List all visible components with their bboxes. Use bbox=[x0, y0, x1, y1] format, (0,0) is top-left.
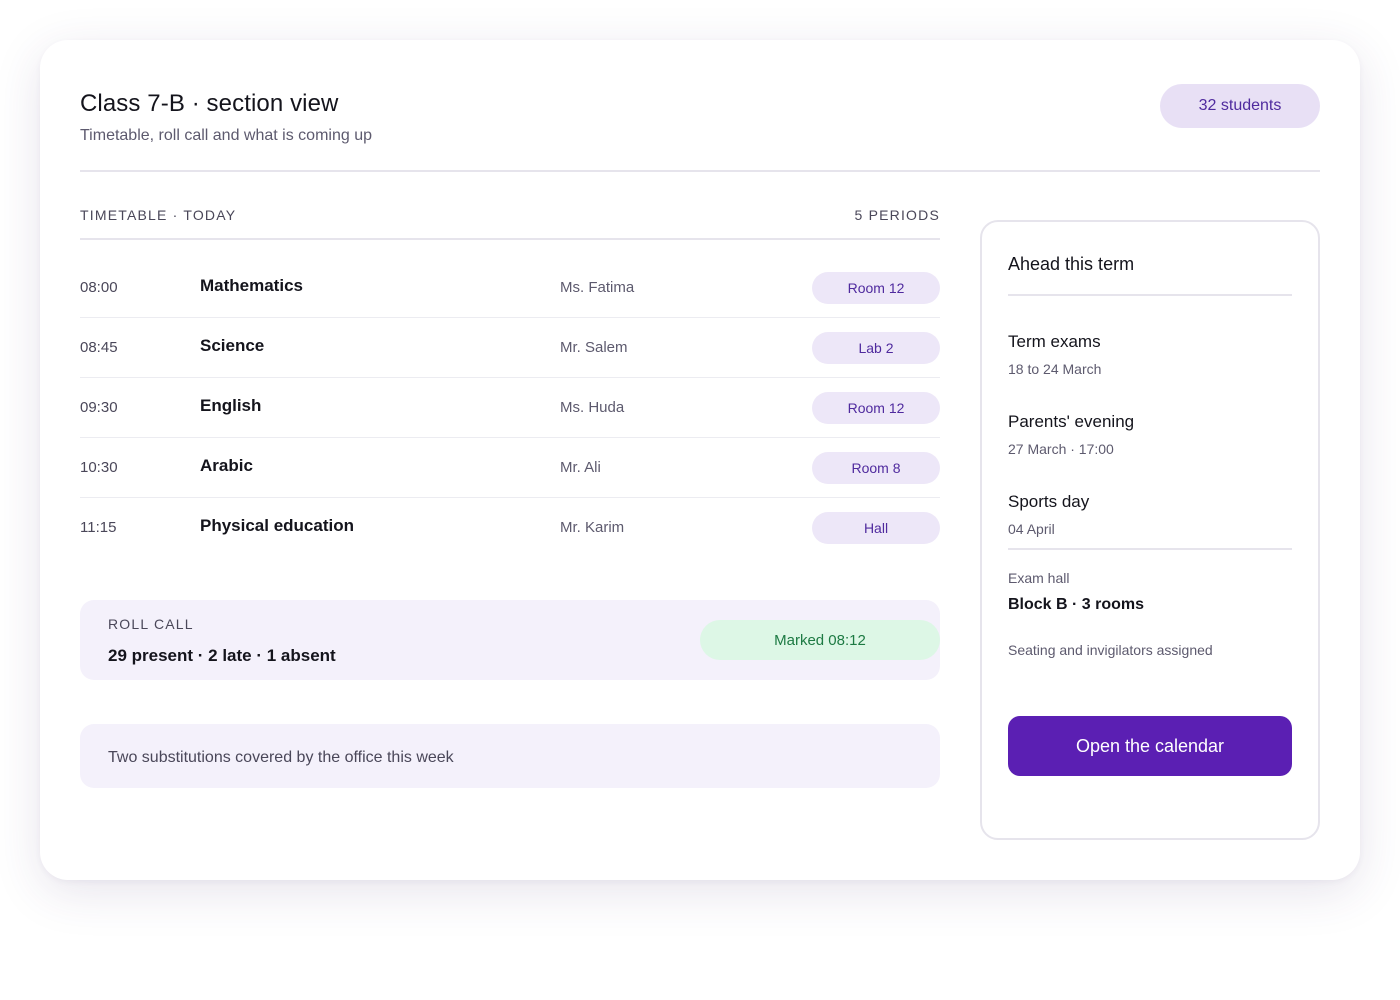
event-name: Sports day bbox=[1008, 492, 1090, 511]
exam-hall-value: Block B · 3 rooms bbox=[1008, 596, 1145, 613]
period-time: 11:15 bbox=[80, 519, 117, 536]
timetable-row[interactable]: 10:30 Arabic Mr. Ali Room 8 bbox=[80, 438, 940, 498]
period-teacher: Ms. Huda bbox=[560, 399, 625, 416]
event-date: 27 March · 17:00 bbox=[1008, 441, 1114, 457]
period-room-badge: Room 12 bbox=[812, 272, 940, 304]
period-subject: Physical education bbox=[200, 516, 354, 535]
period-room-badge: Hall bbox=[812, 512, 940, 544]
period-room-badge: Room 12 bbox=[812, 392, 940, 424]
event-date: 04 April bbox=[1008, 521, 1055, 537]
timetable-row[interactable]: 08:45 Science Mr. Salem Lab 2 bbox=[80, 318, 940, 378]
event-item[interactable]: Sports day 04 April bbox=[1008, 492, 1089, 537]
exam-hall-divider bbox=[1008, 548, 1292, 550]
exam-hall-note: Seating and invigilators assigned bbox=[1008, 642, 1213, 658]
term-events-divider bbox=[1008, 294, 1292, 296]
open-calendar-button[interactable]: Open the calendar bbox=[1008, 716, 1292, 776]
term-events-title: Ahead this term bbox=[1008, 254, 1135, 274]
timetable-period-count: 5 PERIODS bbox=[854, 207, 940, 223]
period-subject: English bbox=[200, 396, 262, 415]
timetable-heading: TIMETABLE · TODAY bbox=[80, 207, 237, 223]
period-teacher: Mr. Ali bbox=[560, 459, 601, 476]
event-item[interactable]: Parents' evening 27 March · 17:00 bbox=[1008, 412, 1134, 457]
section-card: Class 7-B · section view Timetable, roll… bbox=[40, 40, 1360, 880]
roll-call-label: ROLL CALL bbox=[108, 616, 194, 632]
timetable-row[interactable]: 11:15 Physical education Mr. Karim Hall bbox=[80, 498, 940, 558]
period-time: 08:00 bbox=[80, 279, 118, 296]
term-events-panel: Ahead this term Term exams 18 to 24 Marc… bbox=[980, 220, 1320, 840]
students-count-badge: 32 students bbox=[1160, 84, 1320, 128]
page-subtitle: Timetable, roll call and what is coming … bbox=[80, 127, 372, 144]
timetable-rows: 08:00 Mathematics Ms. Fatima Room 12 08:… bbox=[80, 258, 940, 558]
timetable-row[interactable]: 09:30 English Ms. Huda Room 12 bbox=[80, 378, 940, 438]
page-header: Class 7-B · section view Timetable, roll… bbox=[80, 80, 1320, 172]
roll-call-panel: ROLL CALL 29 present · 2 late · 1 absent… bbox=[80, 600, 940, 680]
period-time: 09:30 bbox=[80, 399, 118, 416]
period-subject: Arabic bbox=[200, 456, 253, 475]
event-name: Parents' evening bbox=[1008, 412, 1135, 431]
period-subject: Science bbox=[200, 336, 265, 355]
period-teacher: Mr. Karim bbox=[560, 519, 625, 536]
period-subject: Mathematics bbox=[200, 276, 303, 295]
page-title: Class 7-B · section view bbox=[80, 90, 339, 117]
timetable: TIMETABLE · TODAY 5 PERIODS 08:00 Mathem… bbox=[80, 200, 940, 558]
roll-call-summary: 29 present · 2 late · 1 absent bbox=[108, 646, 336, 665]
event-item[interactable]: Term exams 18 to 24 March bbox=[1008, 332, 1101, 377]
exam-hall-label: Exam hall bbox=[1008, 570, 1070, 586]
event-name: Term exams bbox=[1008, 332, 1101, 351]
period-room-badge: Lab 2 bbox=[812, 332, 940, 364]
period-teacher: Mr. Salem bbox=[560, 339, 628, 356]
substitution-note: Two substitutions covered by the office … bbox=[80, 724, 940, 788]
timetable-row[interactable]: 08:00 Mathematics Ms. Fatima Room 12 bbox=[80, 258, 940, 318]
period-teacher: Ms. Fatima bbox=[560, 279, 635, 296]
timetable-header: TIMETABLE · TODAY 5 PERIODS bbox=[80, 200, 940, 240]
substitution-note-text: Two substitutions covered by the office … bbox=[108, 749, 454, 766]
period-time: 10:30 bbox=[80, 459, 118, 476]
event-date: 18 to 24 March bbox=[1008, 361, 1102, 377]
period-time: 08:45 bbox=[80, 339, 118, 356]
period-room-badge: Room 8 bbox=[812, 452, 940, 484]
roll-call-status-badge: Marked 08:12 bbox=[700, 620, 940, 660]
